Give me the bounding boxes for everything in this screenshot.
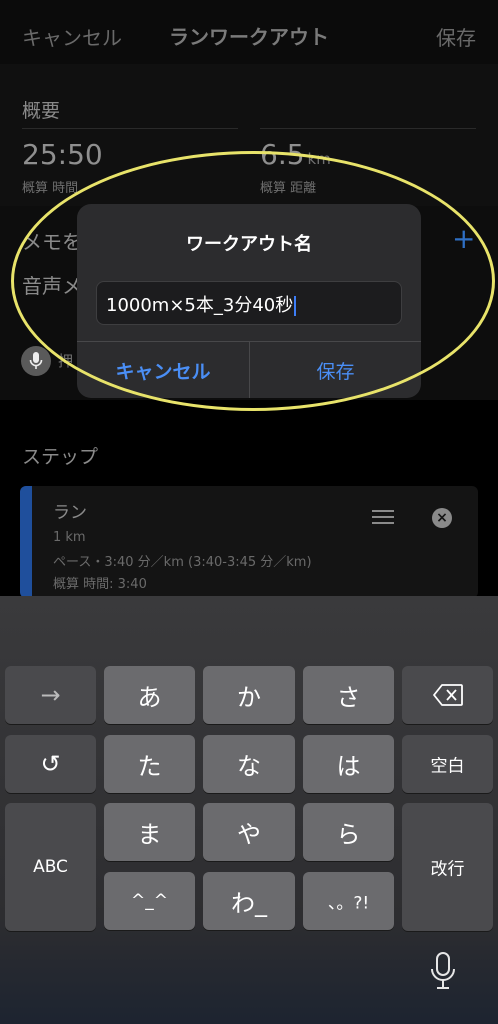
key-delete[interactable] [402, 666, 493, 724]
step-distance: 1 km [53, 530, 86, 545]
microphone-icon [29, 352, 43, 369]
key-sa[interactable]: さ [303, 666, 394, 724]
backspace-icon [433, 684, 463, 706]
estimated-time-label: 概算 時間 [22, 181, 79, 196]
key-na[interactable]: な [203, 735, 295, 793]
page-title: ランワークアウト [169, 25, 329, 49]
key-ta[interactable]: た [104, 735, 195, 793]
key-kaomoji[interactable]: ^_^ [104, 872, 195, 930]
key-ha[interactable]: は [303, 735, 394, 793]
nav-save-button[interactable]: 保存 [436, 22, 476, 51]
dictation-microphone-icon[interactable] [430, 952, 456, 994]
summary-heading: 概要 [22, 100, 61, 122]
remove-step-icon[interactable]: × [432, 508, 452, 528]
key-space[interactable]: 空白 [402, 735, 493, 793]
key-ka[interactable]: か [203, 666, 295, 724]
step-name: ラン [53, 503, 87, 523]
key-arrow[interactable]: → [5, 666, 96, 724]
key-wa[interactable]: わ_ [203, 872, 295, 930]
divider [260, 128, 476, 129]
key-abc[interactable]: ABC [5, 803, 96, 931]
key-undo[interactable]: ↺ [5, 735, 96, 793]
step-pace: ペース・3:40 分／km (3:40-3:45 分／km) [53, 555, 312, 570]
steps-heading: ステップ [22, 446, 99, 468]
key-a[interactable]: あ [104, 666, 195, 724]
divider [22, 128, 238, 129]
step-time: 概算 時間: 3:40 [53, 577, 147, 592]
step-type-bar [20, 486, 32, 598]
voice-record-button[interactable] [21, 346, 51, 376]
key-ra[interactable]: ら [303, 803, 394, 861]
key-enter[interactable]: 改行 [402, 803, 493, 931]
estimated-time-value: 25:50 [22, 138, 103, 171]
key-ya[interactable]: や [203, 803, 295, 861]
highlight-ellipse [11, 151, 495, 411]
reorder-handle-icon[interactable] [372, 510, 394, 524]
key-ma[interactable]: ま [104, 803, 195, 861]
key-punctuation[interactable]: 、。?! [303, 872, 394, 930]
